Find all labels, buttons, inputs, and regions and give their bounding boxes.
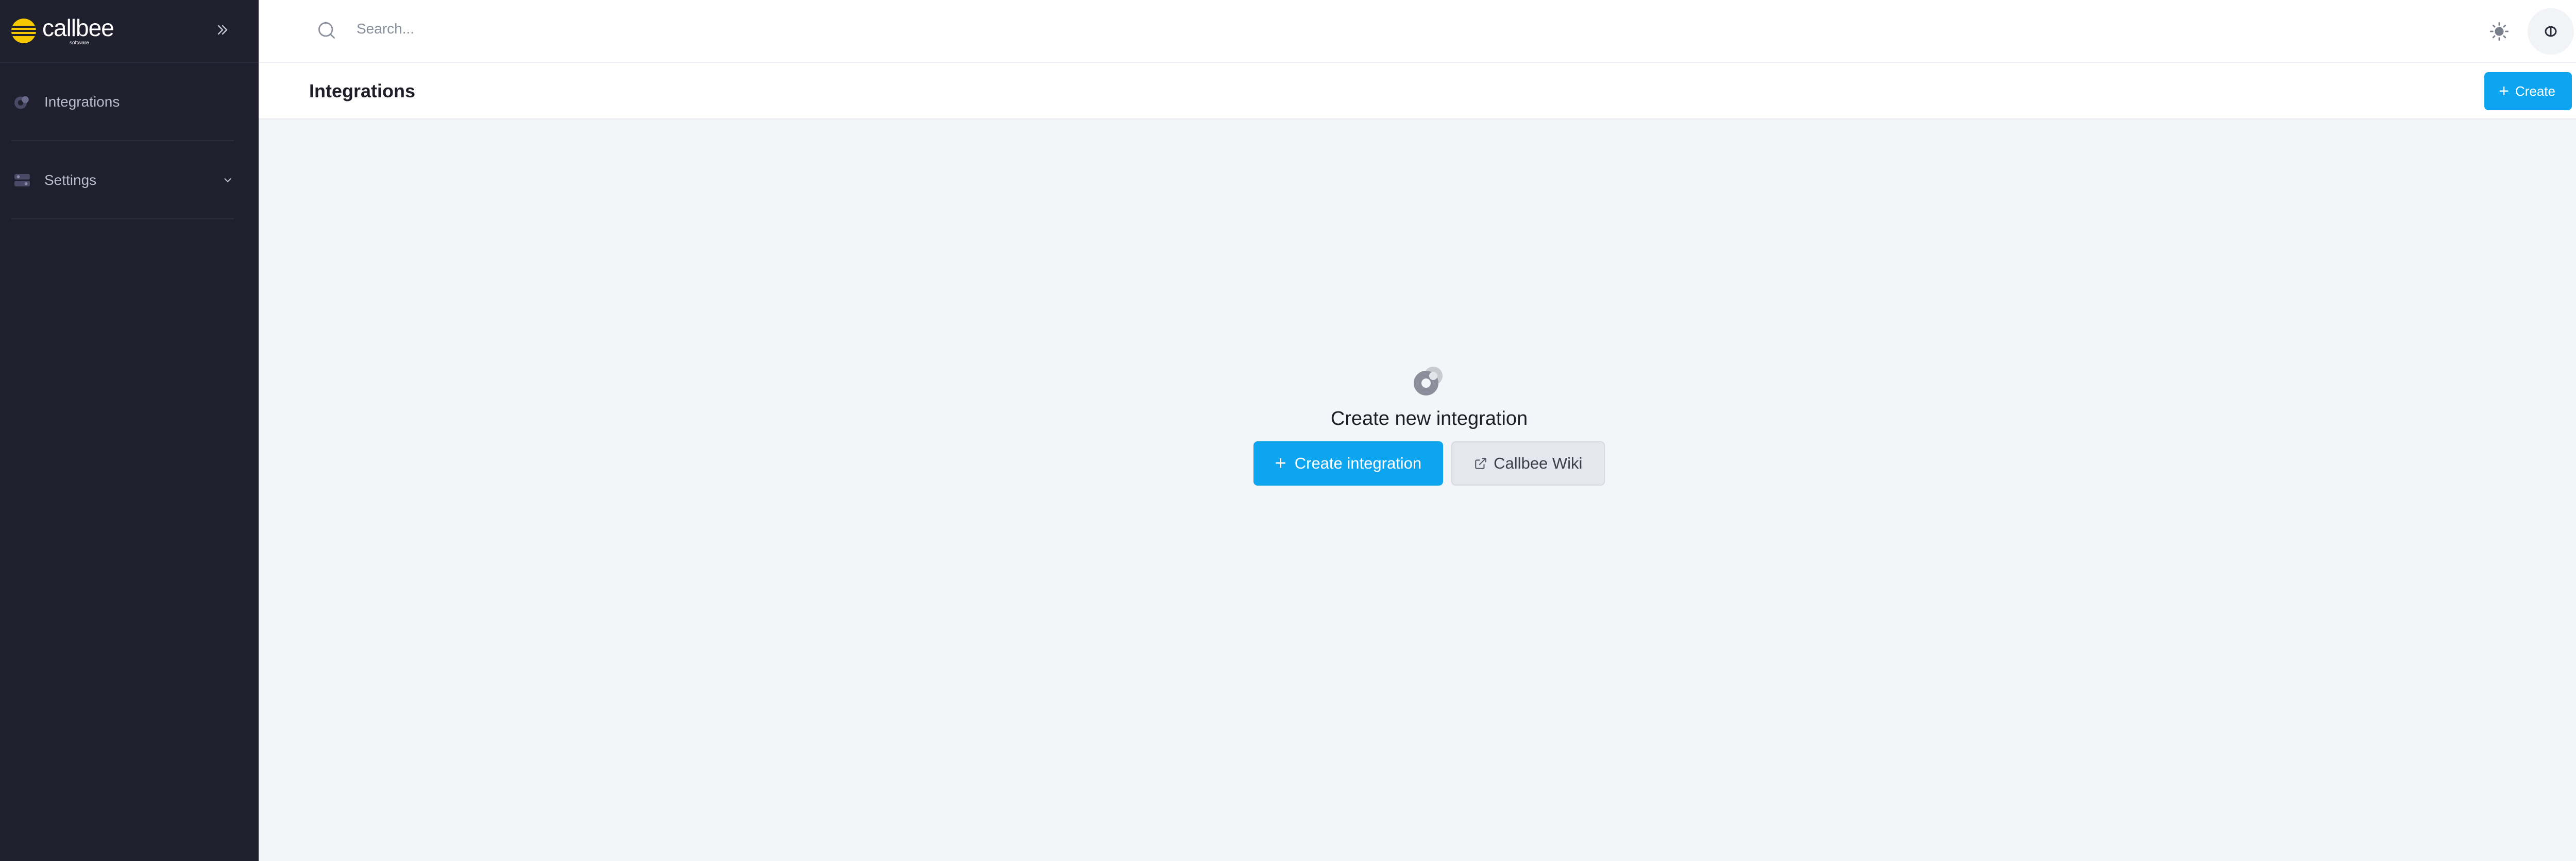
brand-logo[interactable]: callbee software [11,16,114,46]
settings-icon [11,169,33,191]
sidebar: callbee software Integrations Settings [0,0,259,861]
search-input[interactable] [357,15,975,42]
integrations-icon [11,91,33,113]
chevron-down-icon [222,174,234,186]
create-integration-button[interactable]: + Create integration [1253,441,1444,486]
sidebar-header: callbee software [0,0,259,63]
sidebar-item-label: Settings [44,172,97,188]
app-root: callbee software Integrations Settings S… [0,0,2576,861]
sidebar-item-integrations[interactable]: Integrations [0,63,259,141]
empty-state: Create new integration + Create integrat… [259,361,2576,486]
brand-subtitle: software [69,40,89,46]
avatar[interactable] [2528,8,2574,55]
create-button-label: Create [2515,83,2555,99]
external-link-icon [1474,457,1487,470]
divider [11,218,234,219]
brand-name: callbee [42,14,114,41]
create-button[interactable]: + Create [2484,72,2572,110]
sidebar-collapse-button[interactable] [211,19,234,41]
plus-icon: + [2499,81,2509,101]
top-bar [259,0,2576,63]
search-icon [315,19,338,42]
theme-toggle-button[interactable] [2486,19,2512,44]
plus-icon: + [1275,453,1286,474]
sidebar-item-settings[interactable]: Settings [0,141,259,219]
callbee-wiki-button[interactable]: Callbee Wiki [1451,441,1605,486]
sun-icon [2489,22,2509,41]
create-integration-label: Create integration [1294,454,1422,472]
empty-state-actions: + Create integration Callbee Wiki [1253,441,1605,486]
callbee-wiki-label: Callbee Wiki [1494,454,1583,472]
empty-state-title: Create new integration [1330,408,1528,429]
page-header: Integrations + Create [259,63,2576,119]
chevrons-right-icon [217,25,228,35]
sidebar-item-label: Integrations [44,94,120,110]
main-area: Integrations + Create Create new integra… [259,0,2576,861]
integration-icon [1410,361,1449,401]
page-title: Integrations [309,80,416,101]
callbee-logo-icon [11,19,36,43]
user-avatar-icon [2545,26,2557,37]
content-area: Create new integration + Create integrat… [259,119,2576,860]
